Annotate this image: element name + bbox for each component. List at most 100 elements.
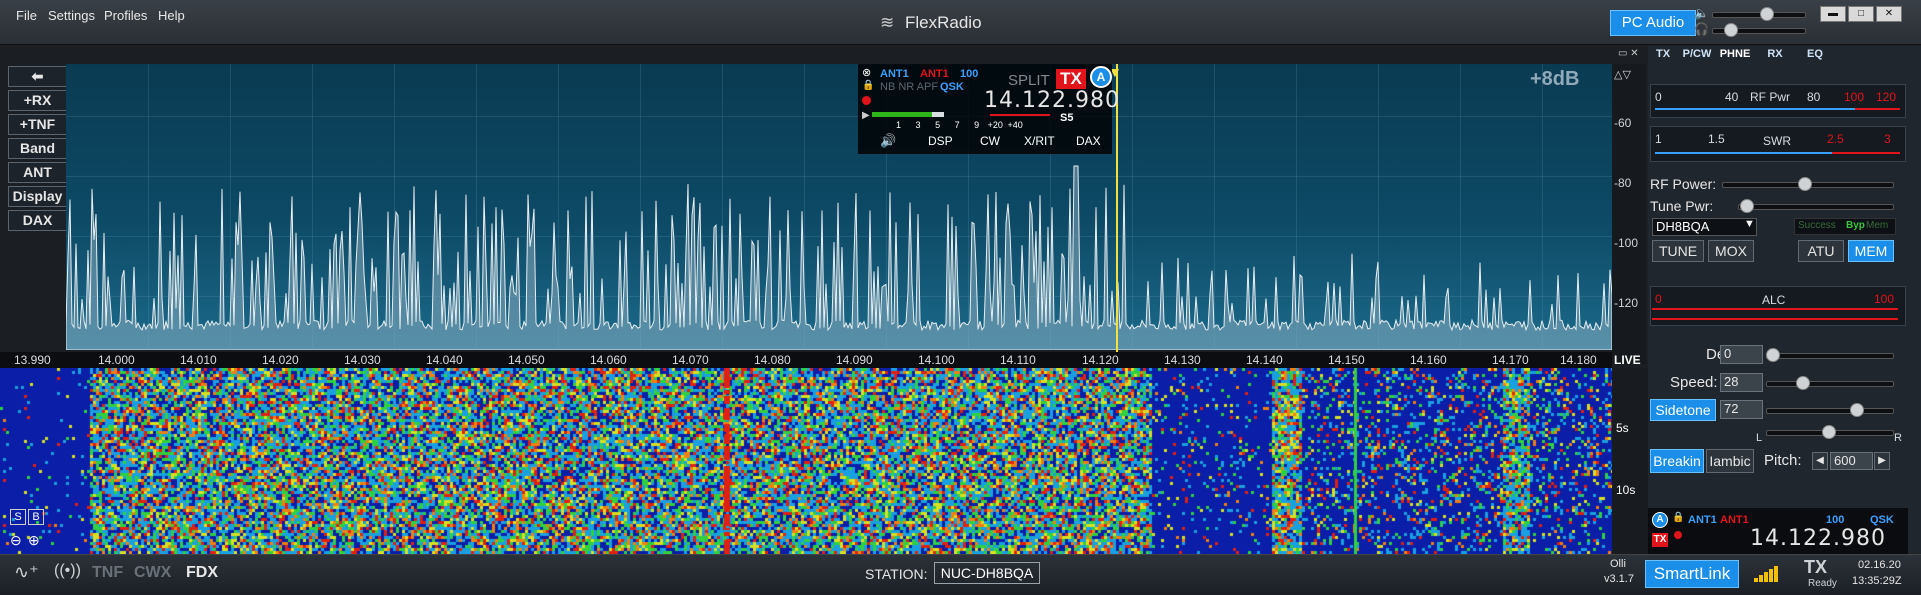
atu-button[interactable]: ATU <box>1798 240 1844 262</box>
delay-input[interactable]: 0 <box>1720 345 1763 364</box>
master-volume-slider[interactable] <box>1712 12 1806 18</box>
mem-button[interactable]: MEM <box>1848 240 1894 262</box>
mini-slice-letter[interactable]: A <box>1652 512 1668 528</box>
mini-slice-frequency[interactable]: 14.122.980 <box>1750 526 1886 551</box>
mini-tx-badge[interactable]: TX <box>1652 533 1668 547</box>
ant-button[interactable]: ANT <box>8 162 67 183</box>
swr-label: SWR <box>1763 134 1791 148</box>
chevron-down-icon[interactable]: ▼ <box>1744 218 1755 230</box>
rx-antenna[interactable]: ANT1 <box>880 68 909 80</box>
version-label: v3.1.7 <box>1604 573 1634 585</box>
speed-input[interactable]: 28 <box>1720 373 1763 392</box>
slice-frequency[interactable]: 14.122.980 <box>984 88 1120 113</box>
display-button[interactable]: Display <box>8 186 67 207</box>
cwx-toggle[interactable]: CWX <box>134 564 171 582</box>
mini-lock-icon[interactable]: 🔒 <box>1672 512 1684 523</box>
mini-rx-antenna[interactable]: ANT1 <box>1688 514 1717 526</box>
menu-profiles[interactable]: Profiles <box>104 8 147 23</box>
tab-dsp[interactable]: DSP <box>928 134 953 148</box>
panadapter[interactable] <box>66 64 1612 350</box>
profile-select[interactable]: DH8BQA <box>1652 218 1757 236</box>
grid-line <box>66 236 1612 237</box>
tab-phne[interactable]: PHNE <box>1716 47 1754 62</box>
dax-button[interactable]: DAX <box>8 210 67 231</box>
scale-up-icon[interactable]: △▽ <box>1614 68 1631 81</box>
grid-line <box>722 64 723 350</box>
tab-tx[interactable]: TX <box>1650 47 1676 62</box>
tune-power-knob[interactable] <box>1740 199 1754 213</box>
minimize-button[interactable]: ▬ <box>1820 6 1846 22</box>
menu-settings[interactable]: Settings <box>48 8 95 23</box>
smartlink-button[interactable]: SmartLink <box>1645 560 1739 588</box>
tx-badge[interactable]: TX <box>1056 69 1086 89</box>
tune-button[interactable]: TUNE <box>1652 240 1704 262</box>
delay-knob[interactable] <box>1766 348 1780 362</box>
mini-record-icon[interactable] <box>1674 531 1682 539</box>
sidetone-input[interactable]: 72 <box>1720 400 1763 419</box>
pitch-input[interactable]: 600 <box>1830 452 1873 470</box>
lock-icon[interactable]: 🔒 <box>862 80 874 91</box>
menu-file[interactable]: File <box>16 8 37 23</box>
rf-power-knob[interactable] <box>1798 177 1812 191</box>
sidetone-slider[interactable] <box>1766 408 1894 414</box>
waveform-add-icon[interactable]: ∿⁺ <box>14 562 39 583</box>
maximize-button[interactable]: □ <box>1848 6 1874 22</box>
sidetone-button[interactable]: Sidetone <box>1650 399 1716 421</box>
slice-power[interactable]: 100 <box>960 68 978 80</box>
tab-pcw[interactable]: P/CW <box>1680 47 1714 62</box>
speed-knob[interactable] <box>1796 376 1810 390</box>
pitch-down-icon[interactable]: ◀ <box>1812 452 1828 470</box>
iambic-button[interactable]: Iambic <box>1706 449 1754 473</box>
slice-letter[interactable]: A <box>1090 66 1112 88</box>
pitch-up-icon[interactable]: ▶ <box>1874 452 1890 470</box>
zoom-out-icon[interactable]: ⊖ <box>10 532 22 549</box>
master-volume-knob[interactable] <box>1760 7 1774 21</box>
cw-pan-knob[interactable] <box>1822 425 1836 439</box>
mini-qsk[interactable]: QSK <box>1870 514 1894 526</box>
frequency-scale[interactable]: 13.990 14.000 14.010 14.020 14.030 14.04… <box>0 352 1612 368</box>
play-icon[interactable]: ▶ <box>862 110 870 121</box>
network-icon[interactable]: ((•)) <box>54 562 81 580</box>
swr-scale-line <box>1655 152 1832 154</box>
zoom-in-icon[interactable]: ⊕ <box>28 532 40 549</box>
tab-dax[interactable]: DAX <box>1076 134 1101 148</box>
mini-tx-antenna[interactable]: ANT1 <box>1720 514 1749 526</box>
fdx-toggle[interactable]: FDX <box>186 564 218 582</box>
speed-slider[interactable] <box>1766 381 1894 387</box>
split-button[interactable]: SPLIT <box>1008 72 1050 89</box>
pc-audio-button[interactable]: PC Audio <box>1610 10 1696 36</box>
delay-slider[interactable] <box>1766 353 1894 359</box>
swr-scale-red <box>1832 152 1900 154</box>
close-slice-icon[interactable]: ⊗ <box>862 66 871 79</box>
s-button[interactable]: S <box>10 509 26 525</box>
add-tnf-button[interactable]: +TNF <box>8 114 67 135</box>
record-icon[interactable] <box>862 96 871 105</box>
tab-rx[interactable]: RX <box>1758 47 1792 62</box>
tab-eq[interactable]: EQ <box>1798 47 1832 62</box>
tune-power-slider[interactable] <box>1738 204 1894 210</box>
sidetone-knob[interactable] <box>1850 403 1864 417</box>
station-name[interactable]: NUC-DH8BQA <box>934 562 1040 584</box>
mini-power[interactable]: 100 <box>1826 514 1844 526</box>
slice-dsp-modes[interactable]: NB NR APF <box>880 81 938 93</box>
headphone-volume-knob[interactable] <box>1724 23 1738 37</box>
tab-xrit[interactable]: X/RIT <box>1024 134 1055 148</box>
mox-button[interactable]: MOX <box>1708 240 1754 262</box>
audio-speaker-icon[interactable]: 🔊 <box>880 133 896 149</box>
grid-line <box>66 116 1612 117</box>
add-rx-button[interactable]: +RX <box>8 90 67 111</box>
tnf-toggle[interactable]: TNF <box>92 564 123 582</box>
db-scale[interactable]: △▽ -60 -80 -100 -120 <box>1612 64 1646 364</box>
panel-undock-icon[interactable]: ▭ ✕ <box>1618 48 1639 59</box>
tab-cw[interactable]: CW <box>980 134 1000 148</box>
close-button[interactable]: ✕ <box>1876 6 1902 22</box>
b-button[interactable]: B <box>28 509 44 525</box>
menu-help[interactable]: Help <box>158 8 185 23</box>
back-button[interactable]: ⬅ <box>8 66 67 87</box>
waterfall[interactable] <box>0 368 1612 554</box>
slice-qsk[interactable]: QSK <box>940 81 964 93</box>
breakin-button[interactable]: Breakin <box>1650 449 1704 473</box>
grid-line <box>1542 64 1543 350</box>
band-button[interactable]: Band <box>8 138 67 159</box>
tx-antenna[interactable]: ANT1 <box>920 68 949 80</box>
